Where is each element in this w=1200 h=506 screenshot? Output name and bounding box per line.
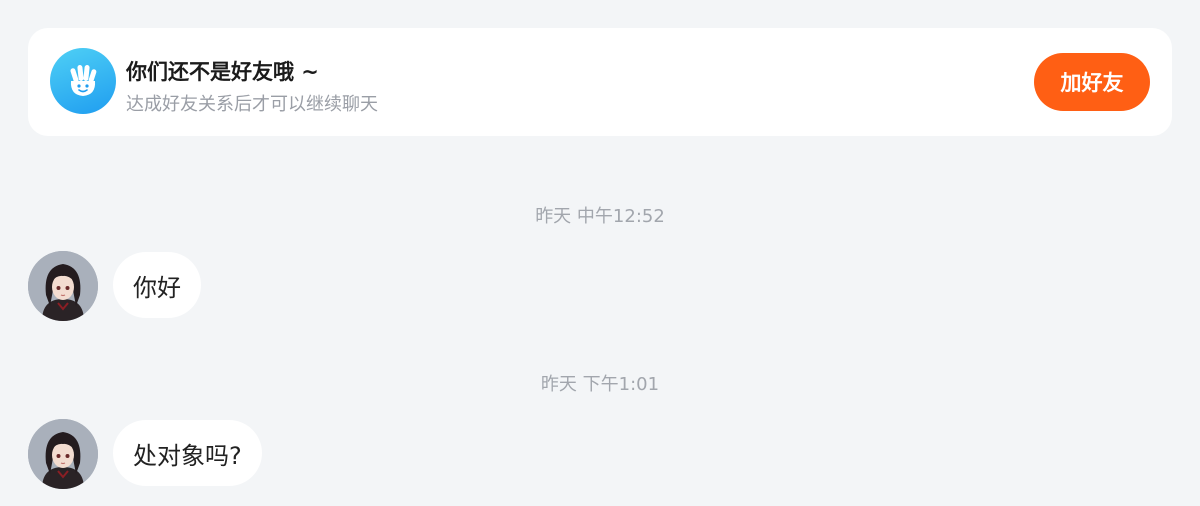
- hand-wave-icon: [50, 48, 116, 114]
- friend-request-banner: 你们还不是好友哦 ~ 达成好友关系后才可以继续聊天 加好友: [28, 28, 1172, 136]
- message-bubble[interactable]: 处对象吗?: [113, 420, 262, 486]
- message-bubble[interactable]: 你好: [113, 252, 201, 318]
- message-timestamp: 昨天 下午1:01: [540, 374, 660, 395]
- message-timestamp: 昨天 中午12:52: [535, 206, 665, 227]
- user-avatar[interactable]: [28, 419, 98, 489]
- add-friend-button[interactable]: 加好友: [1034, 53, 1150, 111]
- user-avatar[interactable]: [28, 251, 98, 321]
- banner-title: 你们还不是好友哦 ~: [126, 60, 319, 84]
- banner-subtitle: 达成好友关系后才可以继续聊天: [126, 94, 378, 115]
